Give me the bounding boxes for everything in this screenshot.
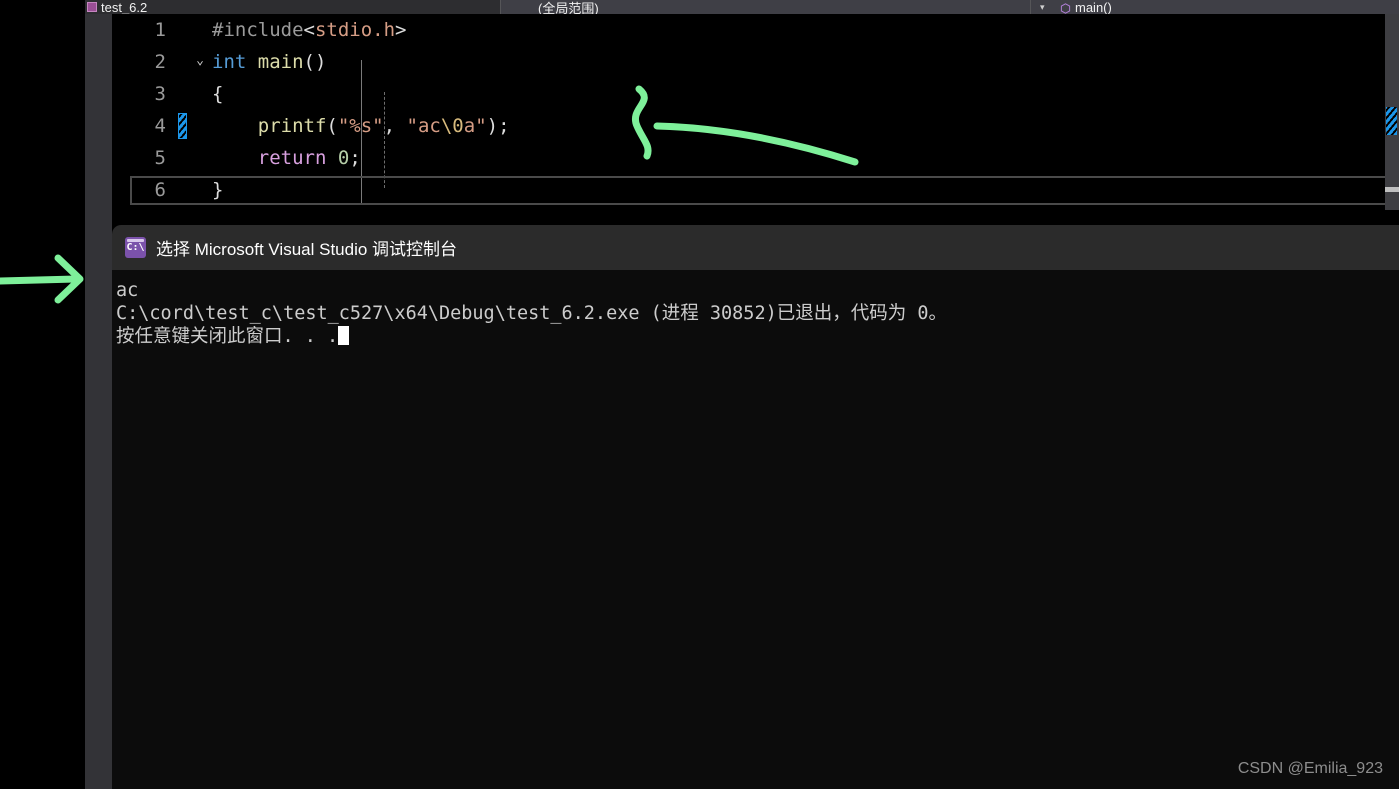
scrollbar-change-marker: [1386, 107, 1397, 135]
console-caret: [338, 326, 350, 345]
line-number: 2: [154, 51, 166, 73]
screenshot-root: test_6.2 (全局范围) ▾ main() ▾ 1 #: [0, 0, 1399, 789]
code-line-6-text: }: [212, 179, 224, 201]
code-line-2[interactable]: 2 ⌄ int main(): [112, 46, 1399, 78]
code-line-6[interactable]: 6 }: [112, 174, 1399, 206]
code-editor[interactable]: 1 #include<stdio.h> 2 ⌄ int main() 3 { 4: [112, 14, 1399, 210]
console-output-line: C:\cord\test_c\test_c527\x64\Debug\test_…: [116, 303, 948, 324]
code-line-4[interactable]: 4 printf("%s", "ac\0a");: [112, 110, 1399, 142]
console-output-line: ac: [116, 280, 139, 301]
code-line-2-text: int main(): [212, 51, 327, 73]
tab-label: test_6.2: [101, 0, 148, 14]
member-dropdown[interactable]: main(): [1040, 0, 1399, 14]
scope-dropdown[interactable]: (全局范围): [510, 0, 1033, 15]
code-line-5-text: return 0;: [257, 147, 361, 169]
console-title: 选择 Microsoft Visual Studio 调试控制台: [156, 240, 458, 259]
left-window-rail: [85, 14, 112, 789]
code-line-3-text: {: [212, 83, 224, 105]
code-line-4-text: printf("%s", "ac\0a");: [257, 115, 510, 137]
line-number: 4: [154, 115, 166, 137]
fold-gutter: [190, 14, 212, 46]
left-void-area: [0, 0, 85, 789]
member-dropdown-label: main(): [1075, 0, 1112, 14]
line-number: 3: [154, 83, 166, 105]
scope-dropdown-label: (全局范围): [538, 0, 599, 15]
code-line-1-text: #include<stdio.h>: [212, 19, 407, 41]
console-output-line-text: 按任意键关闭此窗口. . .: [116, 326, 339, 347]
fold-gutter: [190, 142, 212, 174]
change-gutter: [174, 113, 190, 139]
code-line-5[interactable]: 5 return 0;: [112, 142, 1399, 174]
console-app-icon: C:\: [125, 237, 146, 258]
fold-gutter: [190, 110, 212, 142]
editor-topbar: test_6.2 (全局范围) ▾ main() ▾: [85, 0, 1399, 14]
line-number: 1: [154, 19, 166, 41]
console-titlebar[interactable]: C:\ 选择 Microsoft Visual Studio 调试控制台: [112, 225, 1399, 270]
fold-chevron-icon[interactable]: ⌄: [193, 54, 207, 68]
console-output-line-with-caret: 按任意键关闭此窗口. . .: [116, 325, 1399, 348]
code-line-1[interactable]: 1 #include<stdio.h>: [112, 14, 1399, 46]
fold-gutter[interactable]: ⌄: [190, 46, 212, 78]
console-icon-text: C:\: [126, 242, 145, 253]
debug-console-window[interactable]: C:\ 选择 Microsoft Visual Studio 调试控制台 ac …: [112, 225, 1399, 789]
editor-horizontal-scroll-thumb[interactable]: [1385, 187, 1399, 192]
code-line-3[interactable]: 3 {: [112, 78, 1399, 110]
line-number: 6: [154, 179, 166, 201]
console-output[interactable]: ac C:\cord\test_c\test_c527\x64\Debug\te…: [112, 270, 1399, 789]
fold-gutter: [190, 78, 212, 110]
c-file-icon: [87, 2, 97, 12]
line-number: 5: [154, 147, 166, 169]
fold-gutter: [190, 174, 212, 206]
tab-test-6-2[interactable]: test_6.2: [85, 0, 500, 14]
topbar-divider-2: [1030, 0, 1031, 14]
method-cube-icon: [1060, 2, 1071, 14]
changed-line-marker: [177, 113, 187, 139]
watermark: CSDN @Emilia_923: [1237, 760, 1383, 777]
topbar-divider-1: [500, 0, 501, 14]
